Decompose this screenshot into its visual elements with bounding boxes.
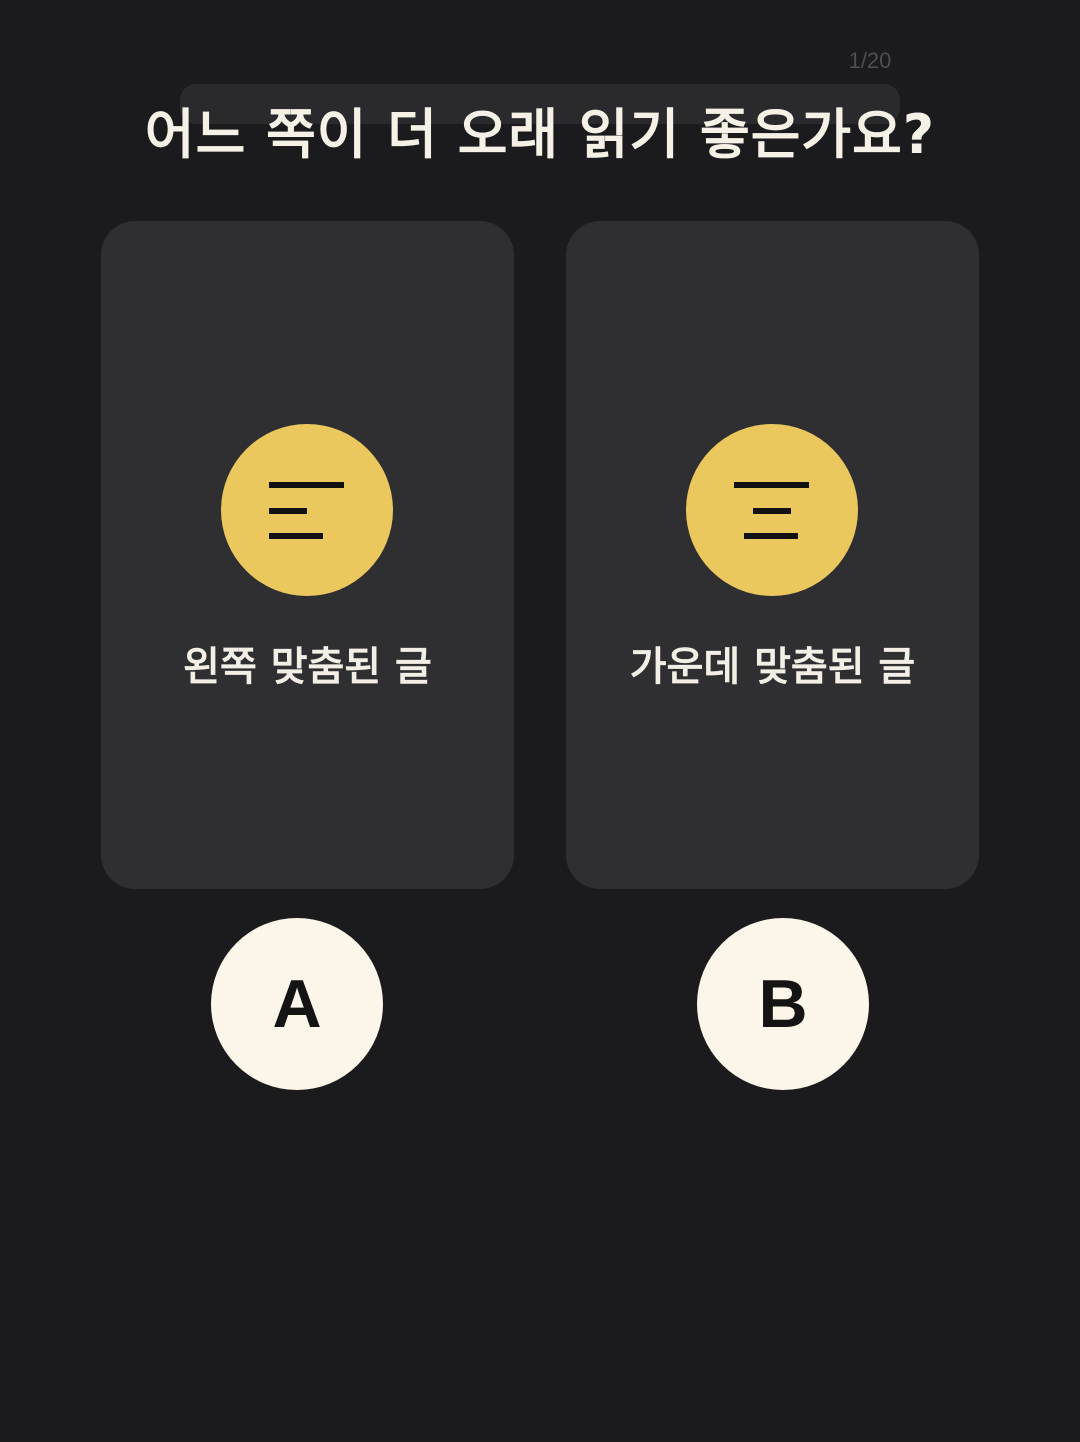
option-label-a: 왼쪽 맞춤된 글 (183, 644, 432, 690)
choice-a-button[interactable]: A (211, 918, 383, 1090)
option-card-a[interactable]: 왼쪽 맞춤된 글 (101, 221, 514, 889)
option-card-b[interactable]: 가운데 맞춤된 글 (566, 221, 979, 889)
question-title: 어느 쪽이 더 오래 읽기 좋은가요? (144, 103, 936, 166)
option-label-b: 가운데 맞춤된 글 (629, 644, 916, 690)
choice-b-button[interactable]: B (697, 918, 869, 1090)
align-left-icon (221, 424, 393, 596)
align-center-icon (686, 424, 858, 596)
progress-counter: 1/20 (848, 48, 892, 73)
